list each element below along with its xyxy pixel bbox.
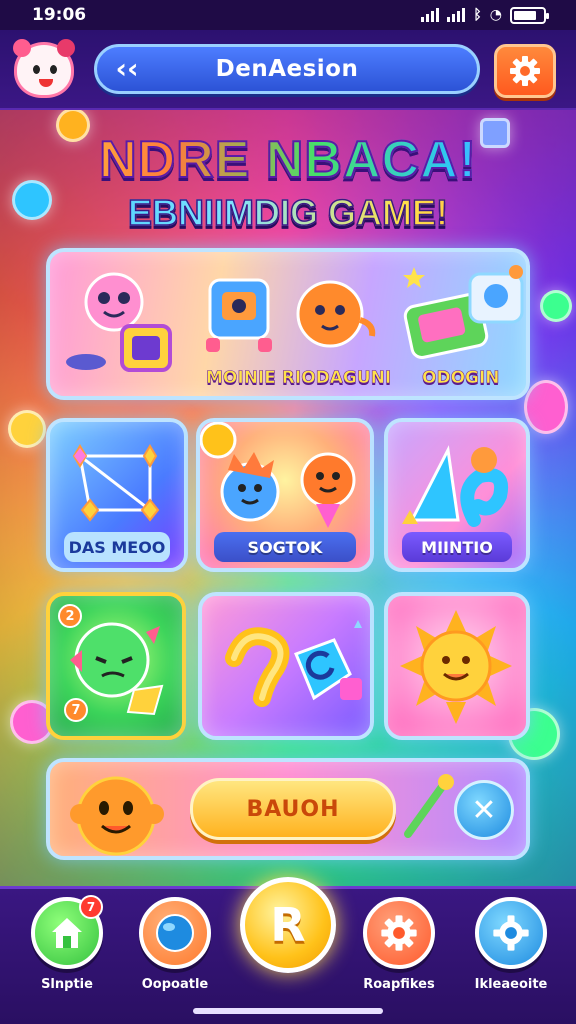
nav-item-3[interactable]: Ikleaeoite [456, 897, 566, 992]
game-console-icon [403, 265, 524, 359]
game-headline: NDRE NBACA! EBNIIMDIG GAME! [0, 130, 576, 236]
featured-label-right: ODOGIN [422, 368, 500, 389]
nav-label: Ikleaeoite [474, 977, 548, 992]
puzzle-pieces-icon [225, 620, 362, 707]
close-icon: ✕ [471, 792, 497, 828]
tile-label: SOGTOK [214, 532, 356, 562]
nav-button-circle [139, 897, 211, 969]
wifi-icon: ◔ [489, 7, 502, 23]
gear-icon [510, 56, 540, 86]
status-time: 19:06 [32, 5, 87, 25]
nav-button-circle [363, 897, 435, 969]
character-duo-icon [220, 452, 356, 528]
game-tile-4[interactable]: 2 7 [46, 592, 186, 740]
close-button[interactable]: ✕ [454, 780, 514, 840]
nav-item-1[interactable]: Oopoatle [120, 897, 230, 992]
bluetooth-icon: ᛒ [473, 7, 482, 23]
glow-coin-decor [540, 290, 572, 322]
robot-mascot-icon [66, 272, 172, 372]
signal-icon [421, 8, 440, 22]
puzzle-network-icon [72, 444, 160, 522]
tile-label: DAS MEOO [64, 532, 170, 562]
game-tile-1[interactable]: DAS MEOO [46, 418, 188, 572]
title-bar: ‹‹ DenAesion [94, 44, 480, 94]
home-indicator[interactable] [193, 1008, 383, 1014]
nav-center-play-button[interactable]: R [240, 877, 336, 973]
nav-label: Oopoatle [141, 977, 209, 992]
nav-item-0[interactable]: 7 Slnptie [12, 895, 122, 992]
blue-shapes-icon [402, 445, 508, 527]
page-title: DenAesion [215, 56, 359, 82]
notification-badge: 7 [79, 895, 103, 919]
nav-button-circle [475, 897, 547, 969]
mascot-avatar[interactable] [13, 39, 75, 98]
headline-line-1: NDRE NBACA! [0, 130, 576, 190]
gear-icon [381, 915, 417, 951]
app-header: ‹‹ DenAesion [0, 30, 576, 110]
glow-coin-decor [8, 410, 46, 448]
status-bar: 19:06 ᛒ ◔ [0, 0, 576, 30]
game-tile-6[interactable] [384, 592, 530, 740]
nav-label: Roapfikes [363, 977, 435, 992]
play-button-label: BAUOH [246, 796, 340, 822]
featured-label-left: MOINIE RIODAGUNI [206, 368, 392, 389]
wand-icon [404, 774, 454, 838]
game-tile-5[interactable] [198, 592, 374, 740]
tile-label: MIINTIO [402, 532, 512, 562]
nav-button-circle: 7 [31, 895, 103, 969]
game-tile-3[interactable]: MIINTIO [384, 418, 530, 572]
headline-line-2: EBNIIMDIG GAME! [0, 190, 576, 236]
chevron-left-icon[interactable]: ‹‹ [111, 54, 143, 84]
nav-center-glyph: R [270, 898, 306, 952]
orange-mascot-icon [70, 776, 164, 856]
settings-button[interactable] [494, 44, 556, 98]
house-icon [52, 918, 82, 948]
gear-icon [493, 915, 529, 951]
nav-label: Slnptie [41, 977, 93, 992]
status-icons: ᛒ ◔ [421, 6, 549, 24]
play-button[interactable]: BAUOH [190, 778, 396, 840]
level-badge: 7 [64, 698, 88, 722]
game-tile-2[interactable]: SOGTOK [196, 418, 374, 572]
orange-creature-icon [296, 280, 376, 348]
nav-item-2[interactable]: Roapfikes [344, 897, 454, 992]
toaster-character-icon [206, 278, 272, 352]
bottom-nav: 7 Slnptie Oopoatle R Roapfikes Ikleaeoit… [0, 877, 576, 1024]
sun-icon [400, 610, 512, 724]
battery-icon [510, 6, 549, 24]
play-bar: BAUOH ✕ [46, 758, 530, 860]
glow-coin-decor [524, 380, 568, 434]
globe-icon [156, 914, 194, 952]
featured-banner[interactable]: MOINIE RIODAGUNI ODOGIN [46, 248, 530, 400]
signal-icon [447, 8, 466, 22]
